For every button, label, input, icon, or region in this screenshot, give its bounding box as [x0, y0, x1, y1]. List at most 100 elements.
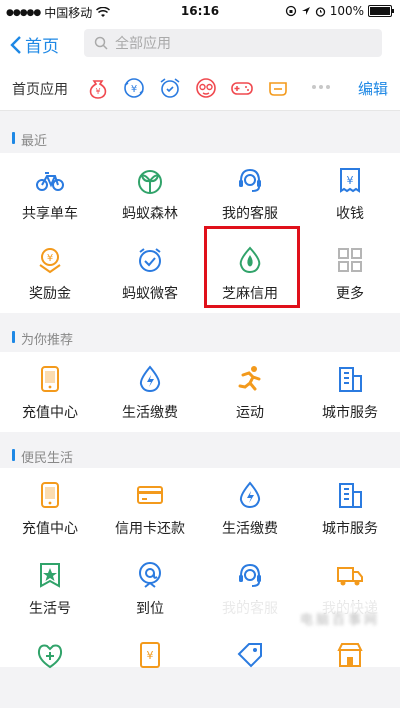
app-tile-label: 充值中心 [22, 405, 78, 421]
section-header-life: 便民生活 [0, 440, 400, 470]
transfer-icon[interactable]: ¥ [122, 76, 146, 100]
alarm-status-icon [315, 6, 325, 17]
sofa-icon[interactable] [266, 76, 290, 100]
sesame-icon [235, 245, 265, 275]
status-bar: ●●●●● 中国移动 16:16 100% [0, 0, 400, 22]
app-tile[interactable]: 充值中心 [0, 352, 100, 432]
section-title: 为你推荐 [21, 333, 74, 348]
runner-icon [235, 364, 265, 394]
app-tile-label: 生活号 [29, 601, 71, 617]
app-tile-label: 更多 [336, 286, 364, 302]
star-badge-icon [35, 560, 65, 590]
app-tile[interactable]: 运动 [200, 352, 300, 432]
nav-bar: 首页 全部应用 [0, 22, 400, 67]
home-apps-label: 首页应用 [12, 82, 68, 98]
more-dots-icon[interactable] [312, 85, 330, 89]
app-tile[interactable]: 蚂蚁森林 [100, 153, 200, 233]
svg-text:¥: ¥ [347, 174, 354, 187]
search-icon [94, 36, 108, 50]
app-tile[interactable]: 共享单车 [0, 153, 100, 233]
app-tile-label: 充值中心 [22, 521, 78, 537]
medical-icon [35, 640, 65, 670]
app-tile-label: 共享单车 [22, 206, 78, 222]
watermark-text: 电脑百事网 [299, 612, 380, 628]
app-tile[interactable]: 我的客服 [200, 153, 300, 233]
svg-text:¥: ¥ [131, 84, 137, 95]
section-header-recent: 最近 [0, 123, 400, 153]
app-tile-label: 生活缴费 [222, 521, 278, 537]
section-header-recommend: 为你推荐 [0, 322, 400, 352]
app-tile-label: 奖励金 [29, 286, 71, 302]
section-marker [12, 449, 15, 461]
app-tile-label: 生活缴费 [122, 405, 178, 421]
life-apps-grid: 充值中心信用卡还款生活缴费城市服务生活号到位我的客服我的快递¥ [0, 468, 400, 669]
app-tile[interactable]: 生活缴费 [100, 352, 200, 432]
app-tile-label: 城市服务 [322, 405, 378, 421]
app-tile[interactable] [200, 628, 300, 708]
shop-icon [335, 640, 365, 670]
app-tile-label: 信用卡还款 [115, 521, 185, 537]
app-tile[interactable] [0, 628, 100, 708]
chevron-left-icon [10, 35, 21, 54]
app-tile[interactable]: 生活号 [0, 548, 100, 628]
smile-clock-icon [135, 245, 165, 275]
home-apps-icons: ¥ ¥ [86, 76, 290, 100]
app-tile-label: 我的客服 [222, 206, 278, 222]
app-tile[interactable]: ¥ 奖励金 [0, 233, 100, 313]
grid-icon [335, 245, 365, 275]
back-button[interactable]: 首页 [10, 32, 59, 57]
back-label: 首页 [25, 37, 59, 57]
headset-icon [235, 560, 265, 590]
search-placeholder: 全部应用 [115, 36, 171, 52]
app-tile-label: 城市服务 [322, 521, 378, 537]
phone-icon [35, 480, 65, 510]
battery-percent: 100% [329, 4, 364, 18]
app-tile[interactable]: 更多 [300, 233, 400, 313]
section-title: 最近 [21, 134, 48, 149]
yuan-doc-icon: ¥ [135, 640, 165, 670]
search-input[interactable]: 全部应用 [84, 29, 382, 57]
status-right: 100% [285, 4, 394, 18]
app-tile[interactable]: 充值中心 [0, 468, 100, 548]
watermark: 电脑百事网 [196, 601, 386, 635]
app-tile[interactable]: 城市服务 [300, 468, 400, 548]
drop-bolt-icon [235, 480, 265, 510]
battery-icon [368, 5, 394, 17]
edit-button[interactable]: 编辑 [358, 78, 388, 99]
headset-icon [235, 165, 265, 195]
location-arrow-icon [301, 7, 310, 15]
app-tile-label: 收钱 [336, 206, 364, 222]
gamepad-icon[interactable] [230, 76, 254, 100]
at-location-icon [135, 560, 165, 590]
app-tile[interactable]: 蚂蚁微客 [100, 233, 200, 313]
section-marker [12, 132, 15, 144]
app-tile[interactable] [300, 628, 400, 708]
recommended-apps-grid: 充值中心 生活缴费 运动 城市服务 [0, 352, 400, 432]
app-tile[interactable]: 到位 [100, 548, 200, 628]
alarm-icon[interactable] [158, 76, 182, 100]
card-icon [135, 480, 165, 510]
recent-apps-grid: 共享单车 蚂蚁森林 我的客服 ¥ 收钱 ¥ 奖励金 蚂蚁微客 芝麻信用 更多 [0, 153, 400, 313]
app-tile[interactable]: ¥ 收钱 [300, 153, 400, 233]
reward-icon: ¥ [35, 245, 65, 275]
app-tile[interactable]: ¥ [100, 628, 200, 708]
section-title: 便民生活 [21, 451, 74, 466]
app-tile[interactable]: 信用卡还款 [100, 468, 200, 548]
glasses-face-icon[interactable] [194, 76, 218, 100]
home-apps-bar: 首页应用 ¥ ¥ 编辑 [0, 66, 400, 111]
building-icon [335, 364, 365, 394]
truck-icon [335, 560, 365, 590]
phone-icon [35, 364, 65, 394]
app-tile-label: 蚂蚁微客 [122, 286, 178, 302]
sprout-icon [135, 165, 165, 195]
section-marker [12, 331, 15, 343]
app-tile[interactable]: 城市服务 [300, 352, 400, 432]
svg-text:¥: ¥ [95, 87, 100, 96]
money-bag-icon[interactable]: ¥ [86, 76, 110, 100]
rotation-lock-icon [285, 5, 296, 17]
app-tile-label: 到位 [136, 601, 164, 617]
svg-text:¥: ¥ [47, 253, 53, 264]
app-tile[interactable]: 芝麻信用 [200, 233, 300, 313]
bicycle-icon [35, 165, 65, 195]
app-tile[interactable]: 生活缴费 [200, 468, 300, 548]
